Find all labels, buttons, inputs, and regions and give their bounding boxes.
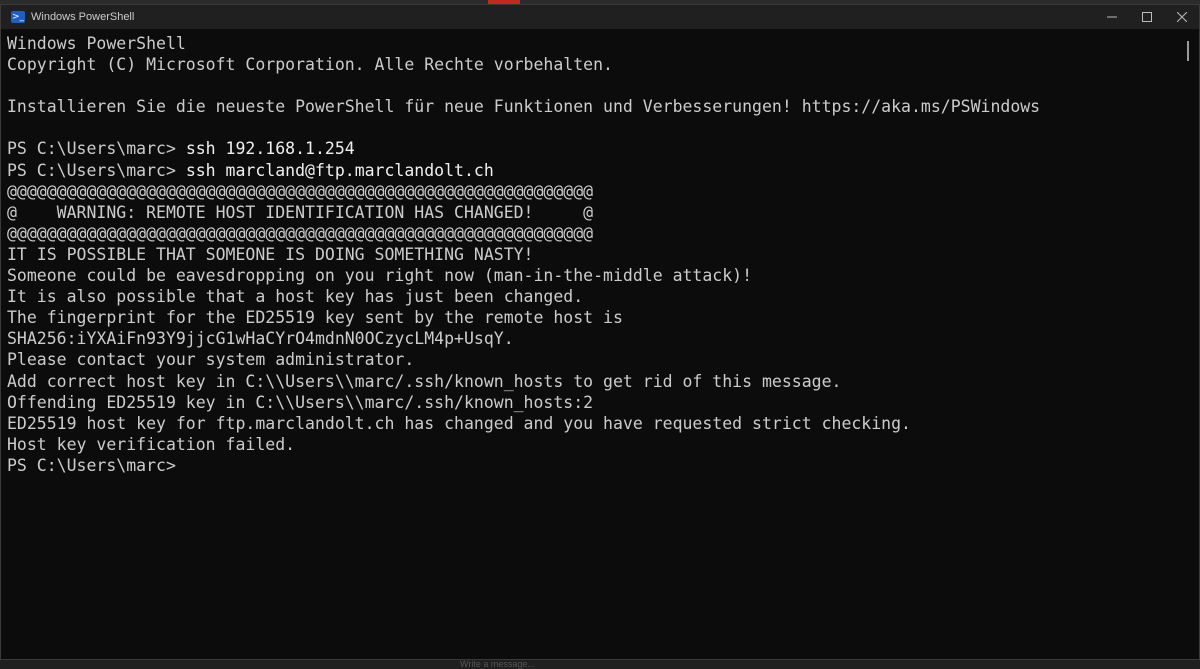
prompt-line: PS C:\Users\marc> ssh 192.168.1.254 (7, 138, 1167, 159)
output-line: Please contact your system administrator… (7, 350, 415, 370)
output-line: Offending ED25519 key in C:\\Users\\marc… (7, 392, 594, 412)
maximize-button[interactable] (1129, 5, 1164, 29)
command-text: ssh 192.168.1.254 (185, 139, 355, 159)
scrollbar-thumb[interactable] (1187, 41, 1189, 61)
terminal-output[interactable]: Windows PowerShell Copyright (C) Microsof… (7, 33, 1167, 653)
output-line: The fingerprint for the ED25519 key sent… (7, 308, 623, 328)
output-line: Copyright (C) Microsoft Corporation. All… (7, 55, 613, 75)
window-title: Windows PowerShell (31, 11, 135, 23)
output-line: Installieren Sie die neueste PowerShell … (7, 97, 1041, 117)
title-bar[interactable]: >_ Windows PowerShell (1, 5, 1199, 29)
output-line: SHA256:iYXAiFn93Y9jjcG1wHaCYrO4mdnN0OCzy… (7, 329, 514, 349)
prompt-text: PS C:\Users\marc> (7, 139, 186, 159)
prompt-text: PS C:\Users\marc> (7, 160, 186, 180)
minimize-button[interactable] (1094, 5, 1129, 29)
output-line: @@@@@@@@@@@@@@@@@@@@@@@@@@@@@@@@@@@@@@@@… (7, 181, 594, 201)
output-line: IT IS POSSIBLE THAT SOMEONE IS DOING SOM… (7, 244, 534, 264)
output-line: @ WARNING: REMOTE HOST IDENTIFICATION HA… (7, 202, 594, 222)
powershell-icon: >_ (11, 11, 25, 23)
close-button[interactable] (1164, 5, 1199, 29)
maximize-icon (1141, 12, 1152, 22)
output-line: ED25519 host key for ftp.marclandolt.ch … (7, 413, 911, 433)
powershell-window[interactable]: >_ Windows PowerShell Windows PowerShell (0, 4, 1200, 660)
output-line: Someone could be eavesdropping on you ri… (7, 266, 753, 286)
close-icon (1176, 12, 1187, 22)
window-controls (1094, 5, 1199, 29)
minimize-icon (1106, 16, 1117, 18)
prompt-line: PS C:\Users\marc> (7, 455, 1167, 476)
background-chat-strip: Write a message... (0, 659, 1200, 669)
command-text: ssh marcland@ftp.marclandolt.ch (185, 160, 494, 180)
message-input-hint: Write a message... (460, 659, 535, 669)
output-line: @@@@@@@@@@@@@@@@@@@@@@@@@@@@@@@@@@@@@@@@… (7, 223, 594, 243)
prompt-text: PS C:\Users\marc> (7, 455, 186, 475)
output-line: Add correct host key in C:\\Users\\marc/… (7, 371, 842, 391)
output-line: Windows PowerShell (7, 34, 186, 53)
output-line: Host key verification failed. (7, 434, 296, 454)
output-line: It is also possible that a host key has … (7, 287, 584, 307)
prompt-line: PS C:\Users\marc> ssh marcland@ftp.marcl… (7, 160, 1167, 181)
